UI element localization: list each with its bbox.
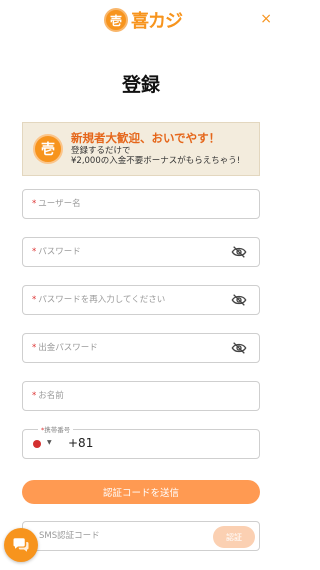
header: 壱 喜カジ × (0, 0, 282, 40)
password-placeholder: * パスワード (32, 247, 81, 257)
name-placeholder: * お名前 (32, 391, 64, 401)
banner-line-2: ¥2,000の入金不要ボーナスがもらえちゃう! (71, 156, 241, 167)
promo-banner: 壱 新規者大歓迎、おいでやす！ 登録するだけで ¥2,000の入金不要ボーナスが… (22, 122, 260, 176)
page-title: 登録 (121, 74, 160, 96)
eye-off-icon[interactable] (231, 245, 247, 259)
password-confirm-placeholder: * パスワードを再入力してください (32, 295, 166, 305)
password-confirm-input[interactable]: * パスワードを再入力してください (22, 285, 260, 315)
name-input[interactable]: * お名前 (22, 381, 260, 411)
sms-code-placeholder: SMS認証コード (39, 531, 100, 541)
eye-off-icon[interactable] (231, 293, 247, 307)
banner-seal-icon: 壱 (33, 134, 63, 164)
eye-off-icon[interactable] (231, 341, 247, 355)
withdraw-password-input[interactable]: * 出金パスワード (22, 333, 260, 363)
caret-down-icon[interactable]: ▼ (47, 439, 52, 446)
phone-dial-code: +81 (68, 436, 94, 450)
chat-button[interactable] (4, 528, 38, 562)
banner-text: 新規者大歓迎、おいでやす！ 登録するだけで ¥2,000の入金不要ボーナスがもら… (71, 131, 240, 167)
verify-button[interactable]: 認証 (213, 526, 255, 548)
sms-code-input[interactable]: SMS認証コード 認証 (22, 521, 260, 551)
password-input[interactable]: * パスワード (22, 237, 260, 267)
username-input[interactable]: * ユーザー名 (22, 189, 260, 219)
withdraw-password-placeholder: * 出金パスワード (32, 343, 98, 353)
japan-flag-icon[interactable] (33, 440, 41, 448)
send-code-button[interactable]: 認証コードを送信 (22, 480, 260, 504)
banner-line-1: 登録するだけで (71, 145, 131, 156)
phone-label: *携帯番号 (38, 424, 74, 434)
logo: 壱 喜カジ (104, 7, 183, 33)
logo-mark: 壱 (104, 8, 128, 32)
close-icon[interactable]: × (260, 11, 272, 27)
username-placeholder: * ユーザー名 (32, 199, 81, 209)
banner-headline: 新規者大歓迎、おいでやす！ (71, 131, 221, 146)
logo-text: 喜カジ (131, 11, 183, 32)
chat-icon (13, 538, 29, 552)
